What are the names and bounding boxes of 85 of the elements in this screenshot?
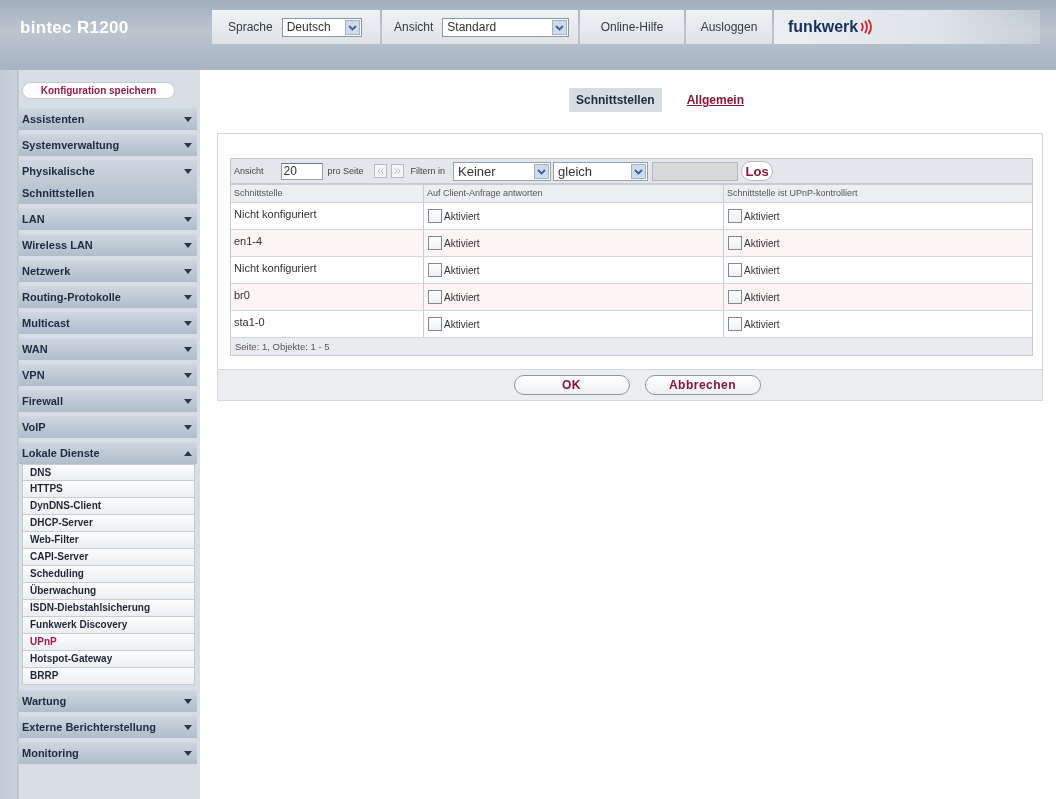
checkbox-label[interactable]: Aktiviert bbox=[744, 291, 780, 303]
submenu-item[interactable]: DynDNS-Client bbox=[22, 498, 195, 515]
submenu-item[interactable]: ISDN-Diebstahlsicherung bbox=[22, 600, 195, 617]
menu-item[interactable]: Externe Berichterstellung bbox=[19, 716, 197, 738]
per-page-label: pro Seite bbox=[327, 166, 364, 176]
menu-item[interactable]: Lokale Dienste bbox=[19, 442, 197, 464]
view-label: Ansicht bbox=[234, 166, 264, 176]
checkbox[interactable] bbox=[428, 290, 442, 304]
checkbox[interactable] bbox=[428, 209, 442, 223]
menu-item[interactable]: VoIP bbox=[19, 416, 197, 438]
checkbox-label[interactable]: Aktiviert bbox=[444, 291, 480, 303]
checkbox[interactable] bbox=[728, 290, 742, 304]
language-label: Sprache bbox=[228, 20, 273, 34]
ok-button[interactable]: OK bbox=[513, 375, 630, 395]
filter-operator-select[interactable]: gleich bbox=[553, 161, 649, 181]
table-cell: Nicht konfiguriert bbox=[231, 203, 424, 229]
menu-item[interactable]: Physikalische Schnittstellen bbox=[19, 160, 197, 204]
double-chevron-right-icon bbox=[393, 168, 401, 174]
submenu-item[interactable]: Scheduling bbox=[22, 566, 195, 583]
menu-item[interactable]: Multicast bbox=[19, 312, 197, 334]
submenu-item[interactable]: BRRP bbox=[22, 668, 195, 685]
checkbox[interactable] bbox=[728, 236, 742, 250]
menu-item[interactable]: WAN bbox=[19, 338, 197, 360]
menu-item[interactable]: Routing-Protokolle bbox=[19, 286, 197, 308]
header-link[interactable]: Ausloggen bbox=[686, 10, 772, 44]
submenu-item[interactable]: Hotspot-Gateway bbox=[22, 651, 195, 668]
submenu-item[interactable]: CAPI-Server bbox=[22, 549, 195, 566]
table-cell: en1-4 bbox=[231, 230, 424, 256]
table-footer: Seite: 1, Objekte: 1 - 5 bbox=[231, 338, 1032, 355]
table-cell: br0 bbox=[231, 284, 424, 310]
checkbox-label[interactable]: Aktiviert bbox=[744, 210, 780, 222]
submenu-item[interactable]: HTTPS bbox=[22, 481, 195, 498]
checkbox-label[interactable]: Aktiviert bbox=[744, 318, 780, 330]
checkbox-label[interactable]: Aktiviert bbox=[444, 264, 480, 276]
checkbox[interactable] bbox=[728, 263, 742, 277]
checkbox[interactable] bbox=[428, 317, 442, 331]
checkbox-label[interactable]: Aktiviert bbox=[744, 237, 780, 249]
checkbox-label[interactable]: Aktiviert bbox=[444, 210, 480, 222]
product-title: bintec R1200 bbox=[20, 18, 129, 37]
view-select[interactable]: Standard bbox=[442, 17, 570, 37]
tab[interactable]: Allgemein bbox=[679, 88, 751, 112]
checkbox[interactable] bbox=[428, 263, 442, 277]
filter-label: Filtern in bbox=[410, 166, 446, 176]
menu-item[interactable]: Netzwerk bbox=[19, 260, 197, 282]
chevron-down-icon bbox=[344, 19, 360, 35]
view-label: Ansicht bbox=[394, 20, 434, 34]
tab[interactable]: Schnittstellen bbox=[568, 88, 662, 112]
menu-item[interactable]: VPN bbox=[19, 364, 197, 386]
checkbox[interactable] bbox=[728, 317, 742, 331]
double-chevron-left-icon bbox=[376, 168, 384, 174]
menu-item[interactable]: Systemverwaltung bbox=[19, 134, 197, 156]
save-configuration-button[interactable]: Konfiguration speichern bbox=[22, 82, 175, 99]
chevron-down-icon bbox=[631, 163, 647, 179]
chevron-down-icon bbox=[552, 19, 568, 35]
menu-item[interactable]: Monitoring bbox=[19, 742, 197, 764]
checkbox-label[interactable]: Aktiviert bbox=[744, 264, 780, 276]
cancel-button[interactable]: Abbrechen bbox=[644, 375, 761, 395]
filter-field-select[interactable]: Keiner bbox=[453, 161, 552, 181]
submenu-item[interactable]: UPnP bbox=[22, 634, 195, 651]
checkbox-label[interactable]: Aktiviert bbox=[444, 237, 480, 249]
menu-item[interactable]: Wartung bbox=[19, 690, 197, 712]
per-page-field[interactable]: 20 bbox=[280, 162, 323, 180]
table-cell: sta1-0 bbox=[231, 311, 424, 337]
checkbox[interactable] bbox=[728, 209, 742, 223]
submenu-item[interactable]: Überwachung bbox=[22, 583, 195, 600]
language-select[interactable]: Deutsch bbox=[281, 17, 362, 37]
submenu-item[interactable]: DHCP-Server bbox=[22, 515, 195, 532]
menu-item[interactable]: Firewall bbox=[19, 390, 197, 412]
submenu-item[interactable]: Funkwerk Discovery bbox=[22, 617, 195, 634]
submenu-item[interactable]: DNS bbox=[22, 464, 195, 481]
menu-item[interactable]: Assistenten bbox=[19, 108, 197, 130]
signal-waves-icon bbox=[860, 19, 873, 35]
column-header: Schnittstelle ist UPnP-kontrolliert bbox=[726, 187, 859, 200]
submenu-item[interactable]: Web-Filter bbox=[22, 532, 195, 549]
logo-text: funkwerk bbox=[788, 18, 859, 36]
header-link[interactable]: Online-Hilfe bbox=[580, 10, 684, 44]
checkbox-label[interactable]: Aktiviert bbox=[444, 318, 480, 330]
checkbox[interactable] bbox=[428, 236, 442, 250]
menu-item[interactable]: LAN bbox=[19, 208, 197, 230]
table-cell: Nicht konfiguriert bbox=[231, 257, 424, 283]
chevron-down-icon bbox=[534, 163, 550, 179]
column-header: Schnittstelle bbox=[231, 185, 424, 202]
column-header: Auf Client-Anfrage antworten bbox=[424, 185, 724, 202]
menu-item[interactable]: Wireless LAN bbox=[19, 234, 197, 256]
go-button[interactable]: Los bbox=[741, 161, 774, 181]
